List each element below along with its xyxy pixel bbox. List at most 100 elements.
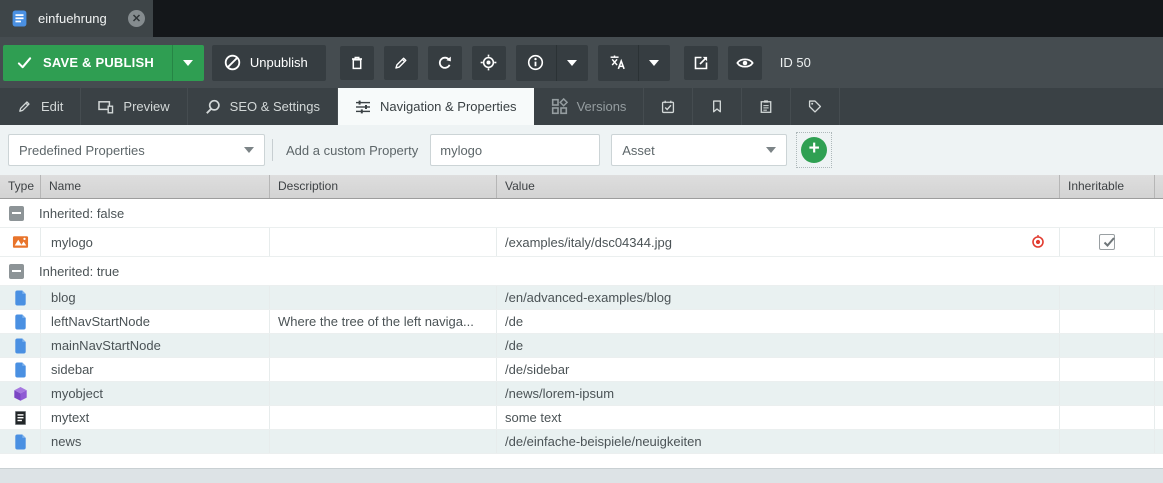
tab-edit[interactable]: Edit bbox=[0, 88, 81, 125]
translate-menu-button[interactable] bbox=[638, 45, 670, 81]
grid-empty-area bbox=[0, 454, 1163, 468]
property-row[interactable]: mainNavStartNode /de bbox=[0, 334, 1163, 358]
column-header-type[interactable]: Type bbox=[0, 175, 41, 198]
column-header-value[interactable]: Value bbox=[497, 175, 1060, 198]
tab-label: Preview bbox=[123, 99, 169, 114]
property-row[interactable]: myobject /news/lorem-ipsum bbox=[0, 382, 1163, 406]
document-tab-title: einfuehrung bbox=[38, 11, 128, 26]
add-custom-property-label: Add a custom Property bbox=[286, 143, 418, 158]
image-type-icon bbox=[12, 234, 29, 250]
reload-button[interactable] bbox=[428, 46, 462, 80]
save-publish-button[interactable]: SAVE & PUBLISH bbox=[3, 45, 204, 81]
tab-schedule[interactable] bbox=[644, 88, 693, 125]
property-row[interactable]: leftNavStartNode Where the tree of the l… bbox=[0, 310, 1163, 334]
group-label: Inherited: true bbox=[39, 264, 119, 279]
checkmark-icon bbox=[1101, 234, 1117, 250]
property-value: /de/sidebar bbox=[505, 362, 569, 377]
property-name: mylogo bbox=[51, 235, 93, 250]
property-row[interactable]: blog /en/advanced-examples/blog bbox=[0, 286, 1163, 310]
chevron-down-icon bbox=[244, 147, 254, 153]
pimcore-window: einfuehrung ✕ SAVE & PUBLISH Unpublish bbox=[0, 0, 1163, 483]
grid-header: Type Name Description Value Inheritable bbox=[0, 175, 1163, 199]
tab-preview[interactable]: Preview bbox=[81, 88, 187, 125]
unpublish-button[interactable]: Unpublish bbox=[212, 45, 326, 81]
object-type-icon bbox=[12, 386, 29, 402]
translate-icon bbox=[609, 54, 626, 71]
property-description: Where the tree of the left naviga... bbox=[278, 314, 474, 329]
property-value: /en/advanced-examples/blog bbox=[505, 290, 671, 305]
collapse-group-icon[interactable] bbox=[9, 264, 24, 279]
property-name: news bbox=[51, 434, 81, 449]
property-name: myobject bbox=[51, 386, 103, 401]
property-name: mytext bbox=[51, 410, 89, 425]
delete-button[interactable] bbox=[340, 46, 374, 80]
property-type-select[interactable]: Asset bbox=[611, 134, 787, 166]
property-name: sidebar bbox=[51, 362, 94, 377]
grid-body: Inherited: false mylogo /examples/italy/… bbox=[0, 199, 1163, 454]
tab-label: Navigation & Properties bbox=[380, 99, 517, 114]
document-type-icon bbox=[12, 338, 29, 354]
versions-grid-icon bbox=[551, 98, 568, 115]
column-header-name[interactable]: Name bbox=[41, 175, 270, 198]
property-value: /de bbox=[505, 314, 523, 329]
tab-versions[interactable]: Versions bbox=[534, 88, 645, 125]
info-menu-button[interactable] bbox=[556, 45, 588, 81]
devices-icon bbox=[98, 99, 114, 115]
plus-icon: + bbox=[809, 138, 820, 159]
refresh-icon bbox=[437, 55, 453, 71]
pencil-icon bbox=[17, 99, 32, 114]
tab-tags[interactable] bbox=[791, 88, 840, 125]
open-in-new-button[interactable] bbox=[684, 46, 718, 80]
add-property-button-wrap: + bbox=[797, 133, 831, 167]
tab-bookmark[interactable] bbox=[693, 88, 742, 125]
predefined-properties-value: Predefined Properties bbox=[19, 143, 244, 158]
document-tab-einfuehrung[interactable]: einfuehrung ✕ bbox=[0, 0, 153, 37]
rename-button[interactable] bbox=[384, 46, 418, 80]
check-icon bbox=[17, 55, 32, 70]
tab-label: Edit bbox=[41, 99, 63, 114]
tab-seo-settings[interactable]: SEO & Settings bbox=[188, 88, 338, 125]
property-name: leftNavStartNode bbox=[51, 314, 150, 329]
calendar-check-icon bbox=[661, 98, 675, 116]
property-type-value: Asset bbox=[622, 143, 766, 158]
translate-button[interactable] bbox=[598, 45, 670, 81]
document-type-icon bbox=[12, 362, 29, 378]
preview-button[interactable] bbox=[728, 46, 762, 80]
info-button[interactable] bbox=[516, 45, 588, 81]
collapse-group-icon[interactable] bbox=[9, 206, 24, 221]
document-icon bbox=[11, 10, 28, 27]
add-property-button[interactable]: + bbox=[801, 137, 827, 163]
properties-toolbar: Predefined Properties Add a custom Prope… bbox=[0, 125, 1163, 175]
property-name: blog bbox=[51, 290, 76, 305]
document-type-icon bbox=[12, 434, 29, 450]
group-header: Inherited: false bbox=[0, 199, 1163, 228]
save-publish-label: SAVE & PUBLISH bbox=[43, 55, 154, 70]
close-icon[interactable]: ✕ bbox=[128, 10, 145, 27]
save-publish-menu-button[interactable] bbox=[172, 45, 204, 81]
tab-notes[interactable] bbox=[742, 88, 791, 125]
property-name-input[interactable] bbox=[430, 134, 600, 166]
column-header-description[interactable]: Description bbox=[270, 175, 497, 198]
property-row[interactable]: sidebar /de/sidebar bbox=[0, 358, 1163, 382]
group-header: Inherited: true bbox=[0, 257, 1163, 286]
property-row[interactable]: news /de/einfache-beispiele/neuigkeiten bbox=[0, 430, 1163, 454]
predefined-properties-select[interactable]: Predefined Properties bbox=[8, 134, 265, 166]
tab-navigation-properties[interactable]: Navigation & Properties bbox=[338, 88, 534, 125]
property-value: /de/einfache-beispiele/neuigkeiten bbox=[505, 434, 702, 449]
property-row[interactable]: mylogo /examples/italy/dsc04344.jpg bbox=[0, 228, 1163, 257]
trash-icon bbox=[349, 55, 365, 71]
property-row[interactable]: mytext some text bbox=[0, 406, 1163, 430]
open-target-icon[interactable] bbox=[1030, 234, 1046, 250]
chevron-down-icon bbox=[567, 60, 577, 66]
property-name: mainNavStartNode bbox=[51, 338, 161, 353]
property-value: /examples/italy/dsc04344.jpg bbox=[505, 235, 672, 250]
unpublish-label: Unpublish bbox=[250, 55, 308, 70]
locate-in-tree-button[interactable] bbox=[472, 46, 506, 80]
status-bar bbox=[0, 468, 1163, 483]
tag-icon bbox=[808, 98, 822, 115]
property-value: /de bbox=[505, 338, 523, 353]
eye-icon bbox=[736, 54, 754, 72]
inheritable-checkbox[interactable] bbox=[1099, 234, 1115, 250]
property-value: /news/lorem-ipsum bbox=[505, 386, 614, 401]
column-header-inheritable[interactable]: Inheritable bbox=[1060, 175, 1155, 198]
